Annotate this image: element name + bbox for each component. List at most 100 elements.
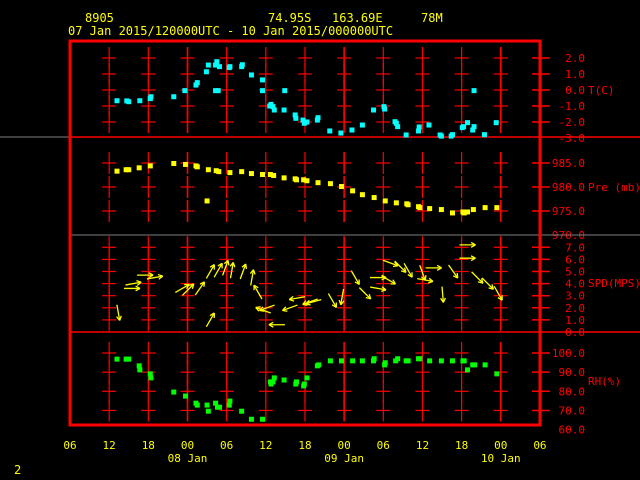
rh-data-point (427, 358, 433, 364)
y-axis-label-wind: SPD(MPS) (588, 277, 640, 290)
temp-data-point (327, 128, 333, 134)
pres-data-point (227, 170, 233, 176)
rh-data-point (339, 358, 345, 364)
temp-data-point (293, 115, 299, 121)
temp-data-point (260, 77, 266, 83)
pres-data-point (260, 172, 266, 178)
temp-data-point (471, 88, 477, 94)
pres-data-point (281, 175, 287, 181)
y-axis-label-pres: Pre (mb) (588, 181, 640, 194)
temp-data-point (382, 106, 388, 112)
temp-data-point (194, 80, 200, 86)
temp-data-point (281, 107, 287, 113)
pres-data-point (359, 192, 365, 198)
wind-arrow (327, 293, 338, 309)
temp-data-point (359, 122, 365, 128)
temp-data-point (215, 88, 221, 94)
rh-data-point (438, 358, 444, 364)
temp-data-point (493, 120, 499, 126)
y-tick-label: 90.0 (559, 366, 586, 379)
rh-data-point (194, 402, 200, 408)
wind-arrow (125, 279, 142, 286)
pres-data-point (216, 169, 222, 175)
x-tick-label: 06 (220, 439, 233, 452)
wind-arrow (249, 269, 256, 286)
date-label: 08 Jan (168, 452, 208, 465)
rh-data-point (171, 389, 177, 395)
pres-data-point (382, 198, 388, 204)
pres-data-point (371, 195, 377, 201)
rh-data-point (405, 358, 411, 364)
x-tick-label: 06 (63, 439, 76, 452)
temp-data-point (227, 64, 233, 70)
y-tick-label: 2.0 (565, 302, 585, 315)
date-label: 10 Jan (481, 452, 521, 465)
rh-data-point (239, 408, 245, 414)
x-tick-label: 12 (103, 439, 116, 452)
wind-arrow (239, 263, 248, 280)
pres-data-point (271, 172, 277, 178)
temp-data-point (464, 120, 470, 126)
pres-data-point (494, 205, 500, 211)
rh-data-point (126, 356, 132, 362)
pres-data-point (194, 164, 200, 170)
pres-data-point (205, 167, 211, 173)
temp-data-point (403, 132, 409, 138)
pres-data-point (114, 168, 120, 174)
temp-data-point (371, 107, 377, 113)
x-tick-label: 00 (338, 439, 351, 452)
pres-data-point (405, 202, 411, 208)
temp-data-point (416, 124, 422, 130)
wind-arrow (229, 262, 236, 279)
wind-arrow (194, 281, 206, 296)
pres-data-point (315, 180, 321, 186)
temp-data-point (171, 94, 177, 100)
pres-data-point (239, 169, 245, 175)
temp-data-point (282, 88, 288, 94)
temp-data-point (471, 124, 477, 130)
wind-arrow (281, 304, 298, 312)
wind-arrow (124, 285, 141, 292)
temp-data-point (114, 98, 120, 104)
rh-data-point (316, 362, 322, 368)
pres-data-point (470, 207, 476, 213)
rh-data-point (395, 356, 401, 362)
temp-data-point (137, 98, 143, 104)
wind-arrow (253, 284, 263, 300)
x-tick-label: 12 (259, 439, 272, 452)
y-tick-label: -3.0 (559, 132, 586, 145)
y-tick-label: 985.0 (552, 157, 585, 170)
wind-arrow (440, 286, 446, 303)
temp-data-point (126, 99, 132, 105)
rh-data-point (293, 379, 299, 385)
pres-data-point (171, 160, 177, 166)
rh-data-point (204, 402, 210, 408)
temp-data-point (315, 115, 321, 121)
pres-data-point (293, 177, 299, 183)
meteogram-chart: 2.01.00.0-1.0-2.0-3.0T(C)985.0980.0975.0… (0, 39, 640, 465)
temp-data-point (349, 127, 355, 133)
rh-data-point (464, 367, 470, 373)
wind-arrow (221, 259, 230, 276)
wind-arrow (205, 264, 215, 279)
x-tick-label: 18 (298, 439, 311, 452)
rh-data-point (227, 398, 233, 404)
y-tick-label: 980.0 (552, 181, 585, 194)
x-tick-label: 18 (455, 439, 468, 452)
pres-data-point (393, 200, 399, 206)
rh-data-point (449, 358, 455, 364)
temp-data-point (260, 88, 266, 94)
wind-arrow (268, 321, 285, 328)
y-tick-label: 4.0 (565, 278, 585, 291)
y-tick-label: 975.0 (552, 205, 585, 218)
x-tick-label: 18 (142, 439, 155, 452)
rh-data-point (271, 375, 277, 381)
x-tick-label: 00 (181, 439, 194, 452)
temp-data-point (203, 69, 209, 75)
wind-arrow (116, 304, 122, 321)
date-label: 09 Jan (324, 452, 364, 465)
pres-data-point (183, 161, 189, 167)
wind-arrow (338, 288, 345, 306)
y-tick-label: -2.0 (559, 116, 586, 129)
wind-arrow (288, 295, 306, 302)
